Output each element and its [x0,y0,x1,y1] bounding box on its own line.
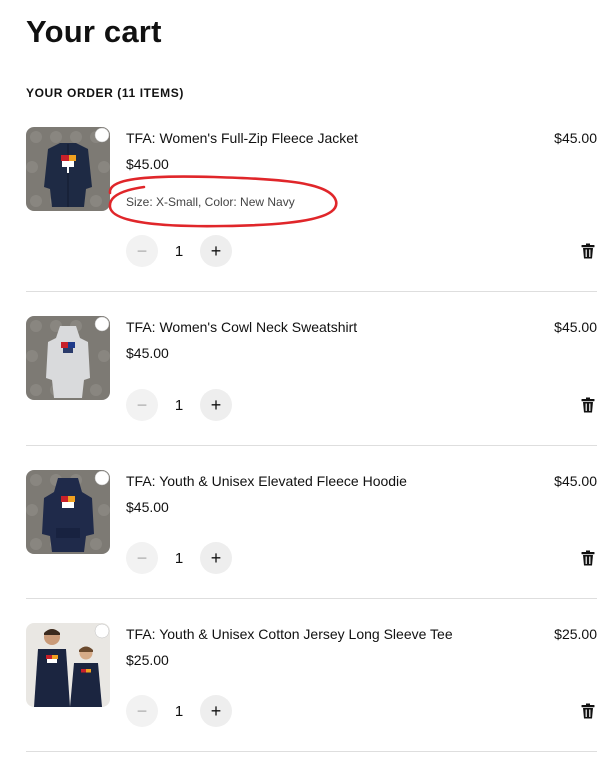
item-name[interactable]: TFA: Youth & Unisex Cotton Jersey Long S… [126,625,453,643]
trash-icon[interactable] [581,703,595,719]
quantity-stepper: − 1 + [126,235,236,267]
increase-quantity-button[interactable]: + [200,235,232,267]
cart-item: TFA: Youth & Unisex Cotton Jersey Long S… [26,623,597,733]
quantity-value: 1 [174,396,184,414]
trash-icon[interactable] [581,243,595,259]
decrease-quantity-button[interactable]: − [126,389,158,421]
item-divider [26,291,597,292]
item-name[interactable]: TFA: Women's Full-Zip Fleece Jacket [126,129,358,147]
quantity-stepper: − 1 + [126,695,236,727]
item-name[interactable]: TFA: Women's Cowl Neck Sweatshirt [126,318,357,336]
trash-icon[interactable] [581,550,595,566]
product-thumbnail[interactable] [26,127,110,211]
item-variant: Size: X-Small, Color: New Navy [126,195,295,209]
decrease-quantity-button[interactable]: − [126,235,158,267]
cart-item: TFA: Youth & Unisex Elevated Fleece Hood… [26,470,597,580]
product-thumbnail[interactable] [26,623,110,707]
page-title: Your cart [26,14,162,49]
quantity-stepper: − 1 + [126,389,236,421]
item-unit-price: $25.00 [126,652,169,668]
item-divider [26,598,597,599]
increase-quantity-button[interactable]: + [200,389,232,421]
item-unit-price: $45.00 [126,345,169,361]
order-heading: YOUR ORDER (11 ITEMS) [26,86,184,100]
product-image [26,127,110,211]
item-divider [26,445,597,446]
product-image [26,470,110,554]
item-unit-price: $45.00 [126,156,169,172]
decrease-quantity-button[interactable]: − [126,695,158,727]
item-total-price: $45.00 [554,319,597,335]
item-name[interactable]: TFA: Youth & Unisex Elevated Fleece Hood… [126,472,407,490]
item-total-price: $45.00 [554,130,597,146]
trash-icon[interactable] [581,397,595,413]
cart-item: TFA: Women's Cowl Neck Sweatshirt $45.00… [26,316,597,426]
item-divider [26,751,597,752]
quantity-value: 1 [174,549,184,567]
quantity-value: 1 [174,702,184,720]
product-image [26,316,110,400]
item-total-price: $45.00 [554,473,597,489]
decrease-quantity-button[interactable]: − [126,542,158,574]
product-thumbnail[interactable] [26,470,110,554]
product-thumbnail[interactable] [26,316,110,400]
cart-item: TFA: Women's Full-Zip Fleece Jacket $45.… [26,127,597,277]
increase-quantity-button[interactable]: + [200,695,232,727]
item-total-price: $25.00 [554,626,597,642]
item-unit-price: $45.00 [126,499,169,515]
cart-page: Your cart YOUR ORDER (11 ITEMS) TFA: Wom [0,0,615,759]
increase-quantity-button[interactable]: + [200,542,232,574]
product-image [26,623,110,707]
quantity-value: 1 [174,242,184,260]
quantity-stepper: − 1 + [126,542,236,574]
